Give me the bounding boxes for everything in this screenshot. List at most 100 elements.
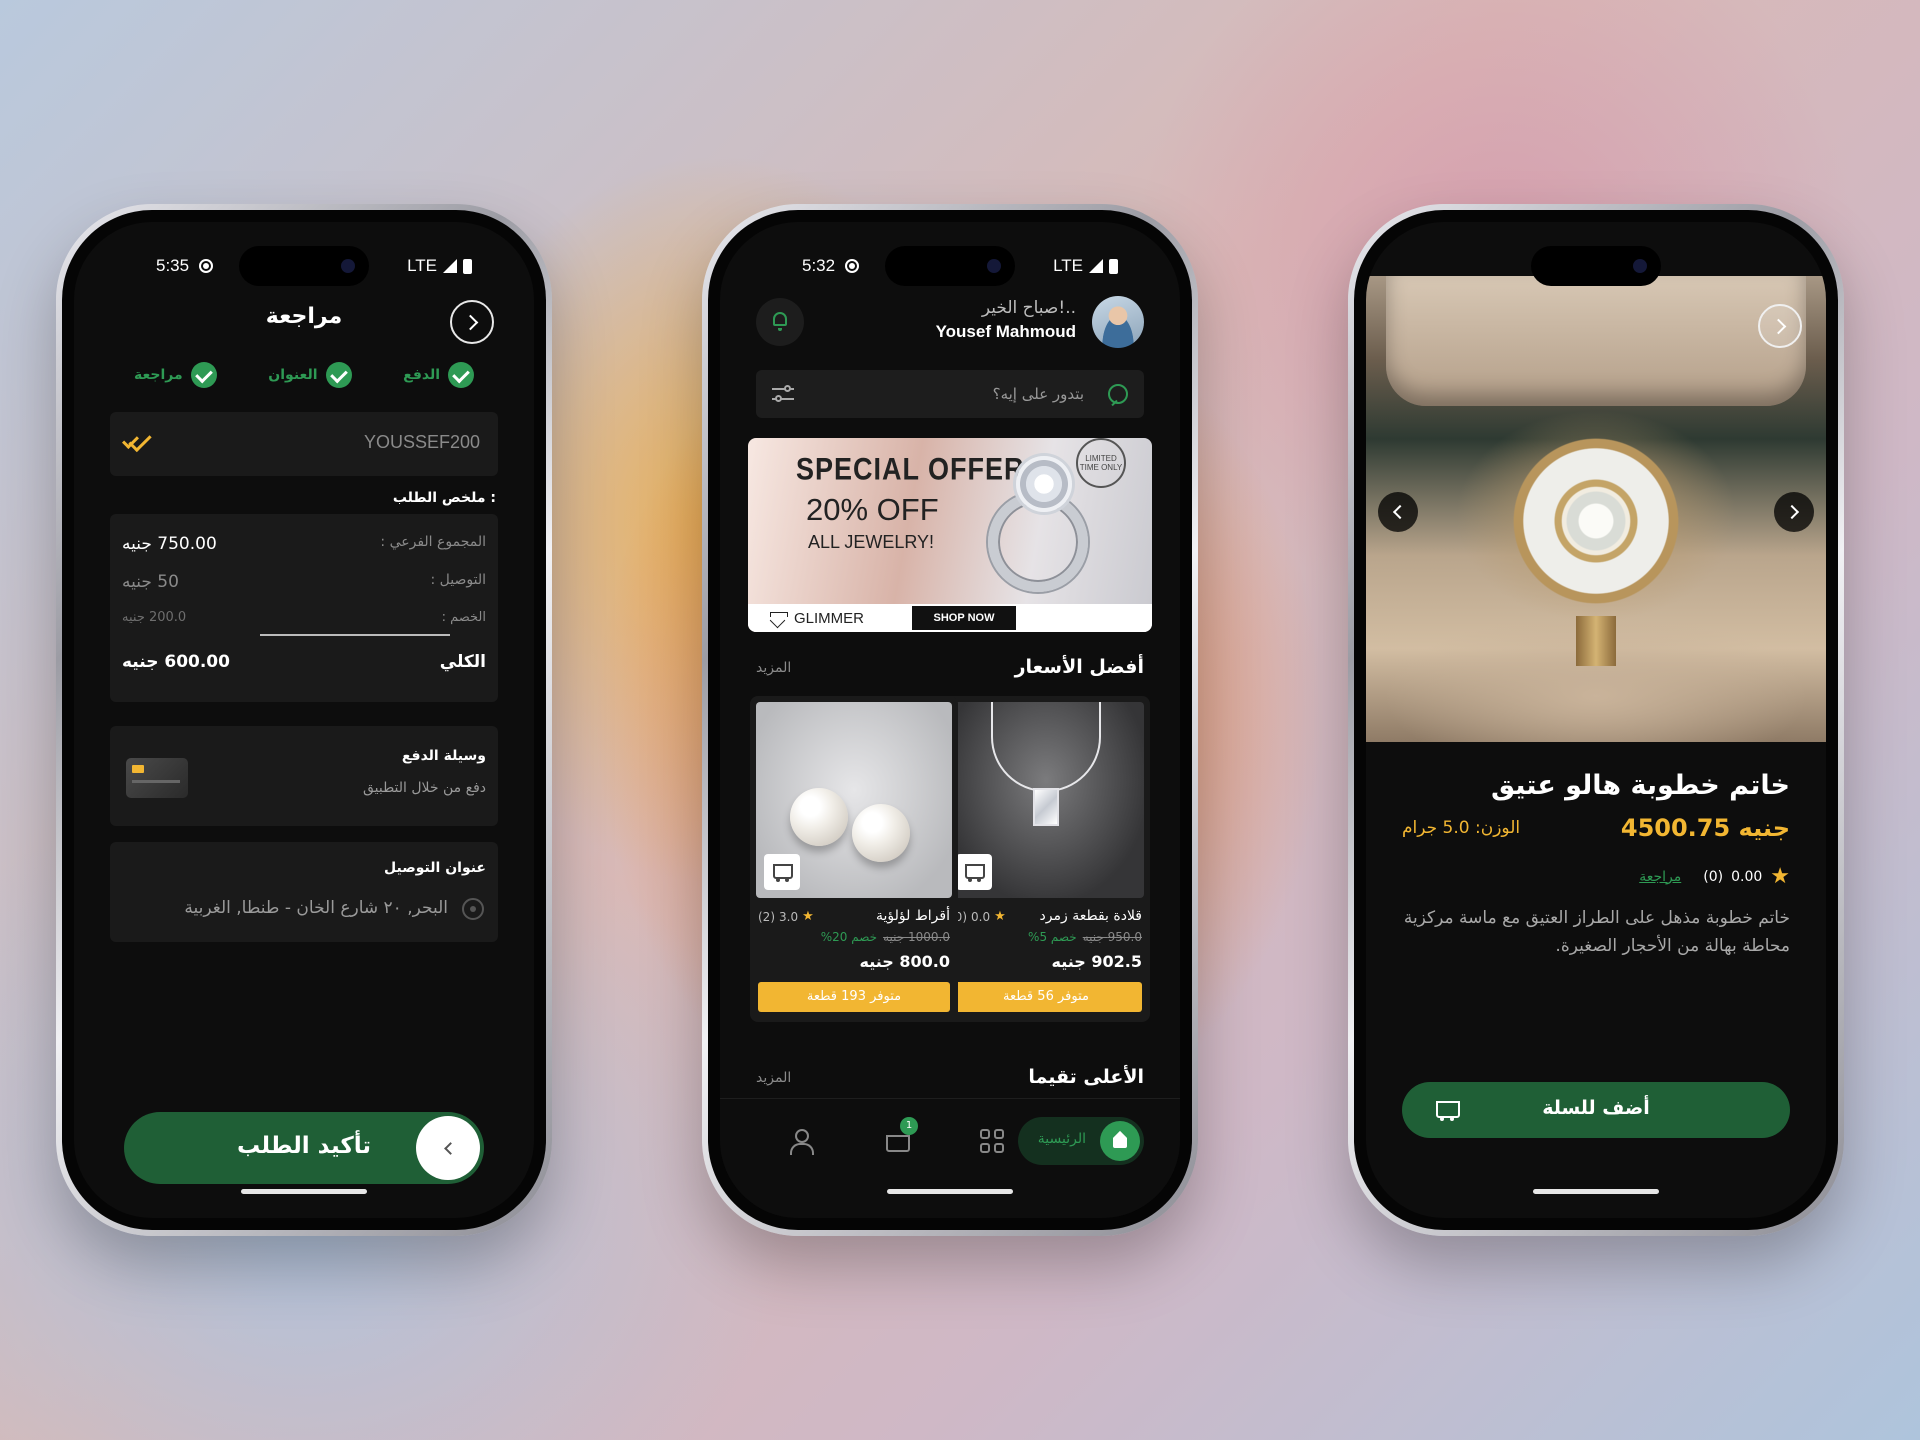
signal-icon: [1089, 259, 1103, 273]
delivery-address-card[interactable]: عنوان التوصيل البحر, ٢٠ شارع الخان - طنط…: [110, 842, 498, 942]
nav-home-label: الرئيسية: [1037, 1131, 1086, 1147]
address-value: البحر, ٢٠ شارع الخان - طنطا, الغربية: [184, 898, 448, 918]
coupon-code: YOUSSEF200: [363, 432, 480, 452]
best-prices-header: أفضل الأسعار المزيد: [756, 656, 1144, 686]
phone-review: 5:35 LTE مراجعة الدفع العنوان مراجعة YOU…: [56, 204, 552, 1236]
nav-home-icon-wrap: [1100, 1121, 1140, 1161]
payment-method-card[interactable]: وسيلة الدفع دفع من خلال التطبيق: [110, 726, 498, 826]
chevron-left-icon: [1392, 504, 1408, 520]
add-to-cart-label: أضف للسلة: [1542, 1097, 1650, 1119]
product-image: [948, 702, 1144, 898]
discount-percent: خصم 5%: [1028, 930, 1077, 944]
back-button[interactable]: [1758, 304, 1802, 348]
signal-icon: [443, 259, 457, 273]
user-name: Yousef Mahmoud: [935, 322, 1076, 341]
total-label: الكلي: [439, 652, 486, 672]
order-summary-title: ملخص الطلب :: [392, 490, 496, 506]
dynamic-island: [1531, 246, 1661, 286]
phone-bezel: 5:35 LTE مراجعة الدفع العنوان مراجعة YOU…: [62, 210, 546, 1230]
address-title: عنوان التوصيل: [384, 860, 486, 876]
camera-icon: [987, 259, 1001, 273]
step-address[interactable]: العنوان: [268, 362, 352, 388]
brand-logo: GLIMMER: [770, 610, 864, 627]
search-input[interactable]: [784, 370, 1084, 418]
discount-value: 200.0 جنيه: [122, 610, 187, 625]
old-price: 1000.0 جنيه: [883, 930, 950, 944]
home-indicator[interactable]: [887, 1189, 1013, 1194]
confirm-order-slider[interactable]: تأكيد الطلب: [124, 1112, 484, 1184]
add-to-cart-button[interactable]: أضف للسلة: [1402, 1082, 1790, 1138]
gallery-next-button[interactable]: [1774, 492, 1814, 532]
review-header: مراجعة: [74, 296, 534, 344]
categories-icon[interactable]: [980, 1129, 1006, 1155]
product-rating: (2) 3.0 ★: [758, 909, 814, 924]
greeting-text: صباح الخير!..: [981, 298, 1076, 318]
product-name: أقراط لؤلؤية: [876, 908, 950, 924]
profile-icon[interactable]: [788, 1129, 814, 1155]
back-button[interactable]: [450, 300, 494, 344]
slider-knob[interactable]: [416, 1116, 480, 1180]
check-circle-icon: [325, 362, 352, 388]
home-indicator[interactable]: [1533, 1189, 1659, 1194]
rating-value: 0.00: [1731, 868, 1763, 885]
discount-label: الخصم :: [441, 610, 486, 625]
product-name: قلادة بقطعة زمرد: [1039, 908, 1142, 924]
star-icon: ★: [994, 909, 1006, 924]
avatar[interactable]: [1092, 296, 1144, 348]
banner-discount: 20% OFF: [806, 492, 939, 527]
ring-box-lid: [1386, 276, 1806, 406]
product-weight: الوزن: 5.0 جرام: [1402, 818, 1521, 838]
delivery-value: 50 جنيه: [122, 572, 179, 592]
more-link[interactable]: المزيد: [756, 660, 791, 676]
step-review[interactable]: مراجعة: [134, 362, 217, 388]
bottom-nav: الرئيسية 1: [720, 1098, 1180, 1218]
reviews-link[interactable]: مراجعة: [1639, 869, 1681, 885]
delivery-row: التوصيل : 50 جنيه: [122, 572, 486, 592]
double-check-icon: [126, 430, 152, 456]
bell-icon: [773, 312, 787, 331]
payment-method: دفع من خلال التطبيق: [362, 780, 486, 796]
focus-mode-icon: [845, 259, 860, 273]
rating-value: 3.0: [779, 909, 799, 924]
step-payment[interactable]: الدفع: [403, 362, 474, 388]
chevron-left-icon: [443, 1141, 457, 1155]
cart-icon[interactable]: 1: [884, 1117, 918, 1155]
total-value: 600.00 جنيه: [122, 652, 230, 672]
gallery-prev-button[interactable]: [1378, 492, 1418, 532]
product-card[interactable]: قلادة بقطعة زمرد (0) 0.0 ★ 950.0 جنيه خصم 5…: [942, 696, 1150, 1022]
location-pin-icon: [462, 898, 484, 920]
dynamic-island: [239, 246, 369, 286]
review-screen: 5:35 LTE مراجعة الدفع العنوان مراجعة YOU…: [74, 222, 534, 1218]
product-title: خاتم خطوبة هالو عتيق: [1490, 770, 1790, 801]
more-link[interactable]: المزيد: [756, 1070, 791, 1086]
promo-banner[interactable]: SPECIAL OFFER 20% OFF ALL JEWELRY! LIMIT…: [748, 438, 1152, 632]
stock-badge: متوفر 193 قطعة: [758, 982, 950, 1012]
subtotal-row: المجموع الفرعي : 750.00 جنيه: [122, 534, 486, 554]
section-title: أفضل الأسعار: [1014, 656, 1144, 678]
add-to-cart-icon[interactable]: [956, 854, 992, 890]
home-icon: [1112, 1132, 1128, 1148]
product-card[interactable]: أقراط لؤلؤية (2) 3.0 ★ 1000.0 جنيه خصم 20% …: [750, 696, 958, 1022]
product-discount: 950.0 جنيه خصم 5%: [1028, 930, 1142, 944]
product-gallery[interactable]: [1366, 276, 1826, 742]
home-indicator[interactable]: [241, 1189, 367, 1194]
coupon-field[interactable]: YOUSSEF200: [110, 412, 498, 476]
camera-icon: [341, 259, 355, 273]
product-rating: ★ 0.00 (0) مراجعة: [1639, 864, 1790, 889]
phone-home: 5:32 LTE صباح الخير!.. Yousef Mahmoud SP…: [702, 204, 1198, 1236]
step-label: الدفع: [403, 367, 440, 383]
battery-icon: [1109, 258, 1118, 274]
focus-mode-icon: [199, 259, 214, 273]
filter-icon[interactable]: [772, 384, 794, 404]
shop-now-button[interactable]: SHOP NOW: [912, 606, 1016, 630]
discount-row: الخصم : 200.0 جنيه: [122, 610, 486, 625]
discount-percent: خصم 20%: [820, 930, 878, 944]
greeting-block: صباح الخير!.. Yousef Mahmoud: [936, 298, 1076, 342]
notifications-button[interactable]: [756, 298, 804, 346]
nav-home[interactable]: الرئيسية: [1018, 1117, 1144, 1165]
brand-name: GLIMMER: [794, 610, 865, 627]
review-count: (0): [1703, 868, 1724, 885]
add-to-cart-icon[interactable]: [764, 854, 800, 890]
ring-box-slot: [1576, 616, 1616, 666]
phone-bezel: 5:32 LTE صباح الخير!.. Yousef Mahmoud SP…: [708, 210, 1192, 1230]
